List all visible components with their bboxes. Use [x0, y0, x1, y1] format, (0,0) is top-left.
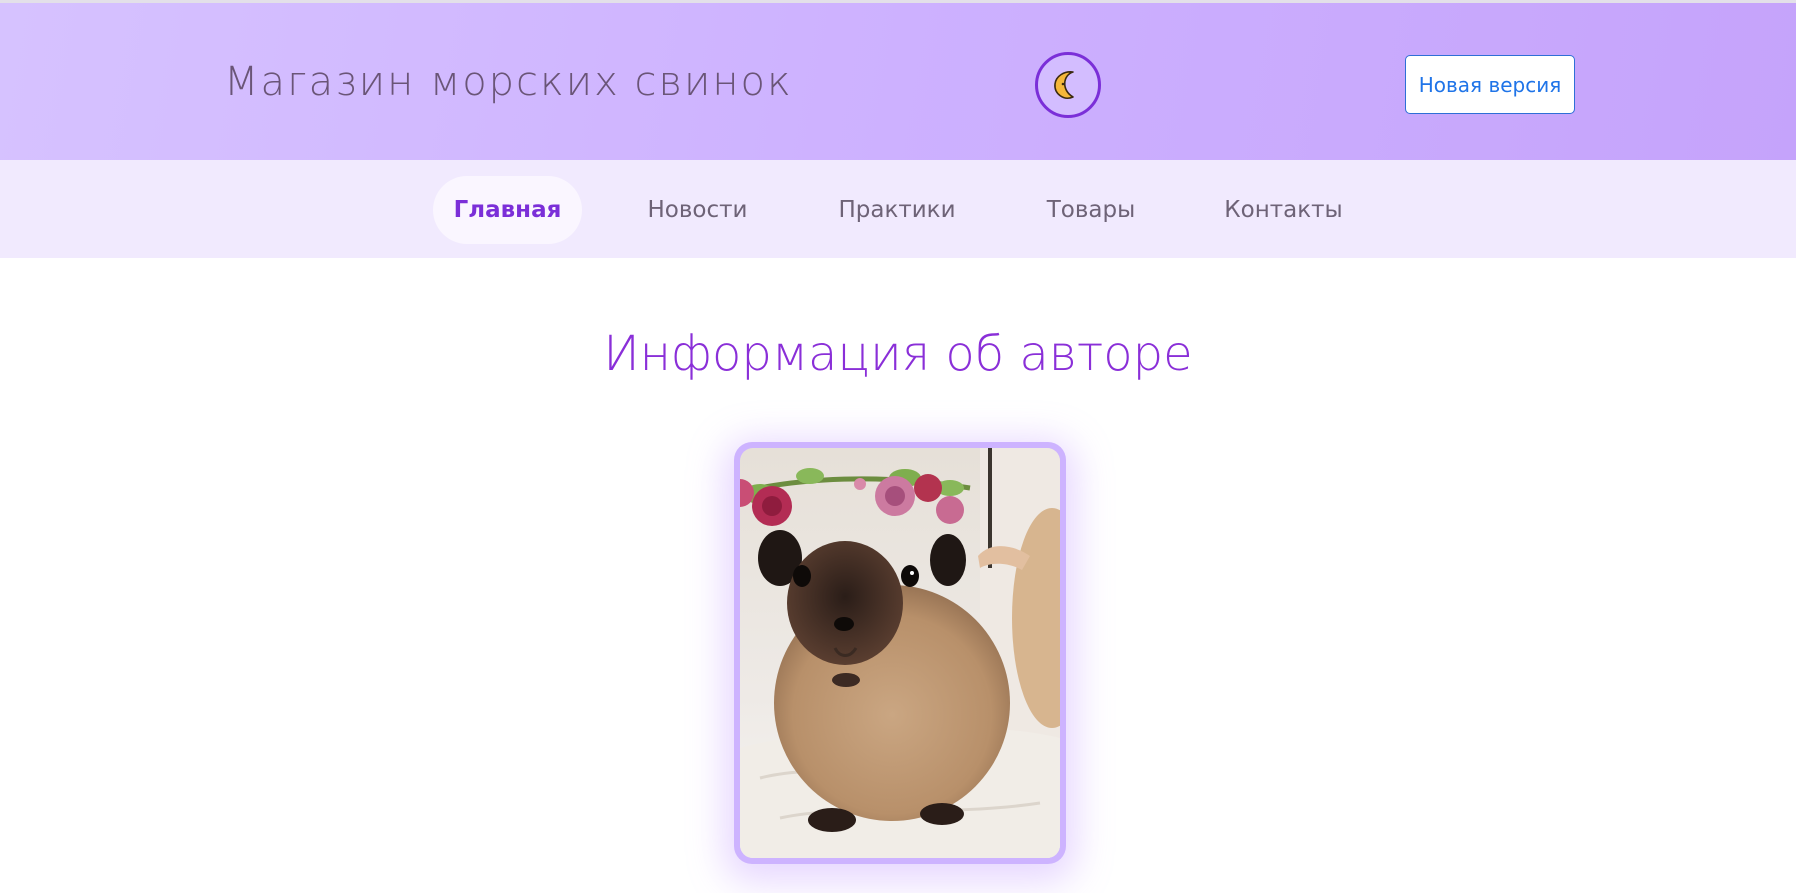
- nav-item-products[interactable]: Товары: [1030, 176, 1152, 244]
- author-photo-frame: [734, 442, 1066, 864]
- site-title: Магазин морских свинок: [224, 59, 793, 105]
- nav-item-news[interactable]: Новости: [630, 176, 765, 244]
- nav-item-home[interactable]: Главная: [433, 176, 582, 244]
- moon-icon: [1051, 68, 1085, 102]
- new-version-button[interactable]: Новая версия: [1405, 55, 1575, 114]
- nav-item-practices[interactable]: Практики: [822, 176, 972, 244]
- theme-toggle-button[interactable]: [1035, 52, 1101, 118]
- site-header: Магазин морских свинок Новая версия: [0, 0, 1796, 160]
- author-photo: [740, 448, 1060, 858]
- page-heading: Информация об авторе: [603, 326, 1193, 382]
- page: Магазин морских свинок Новая версия Глав…: [0, 0, 1796, 893]
- nav-item-contacts[interactable]: Контакты: [1215, 176, 1352, 244]
- main-nav: Главная Новости Практики Товары Контакты: [0, 160, 1796, 258]
